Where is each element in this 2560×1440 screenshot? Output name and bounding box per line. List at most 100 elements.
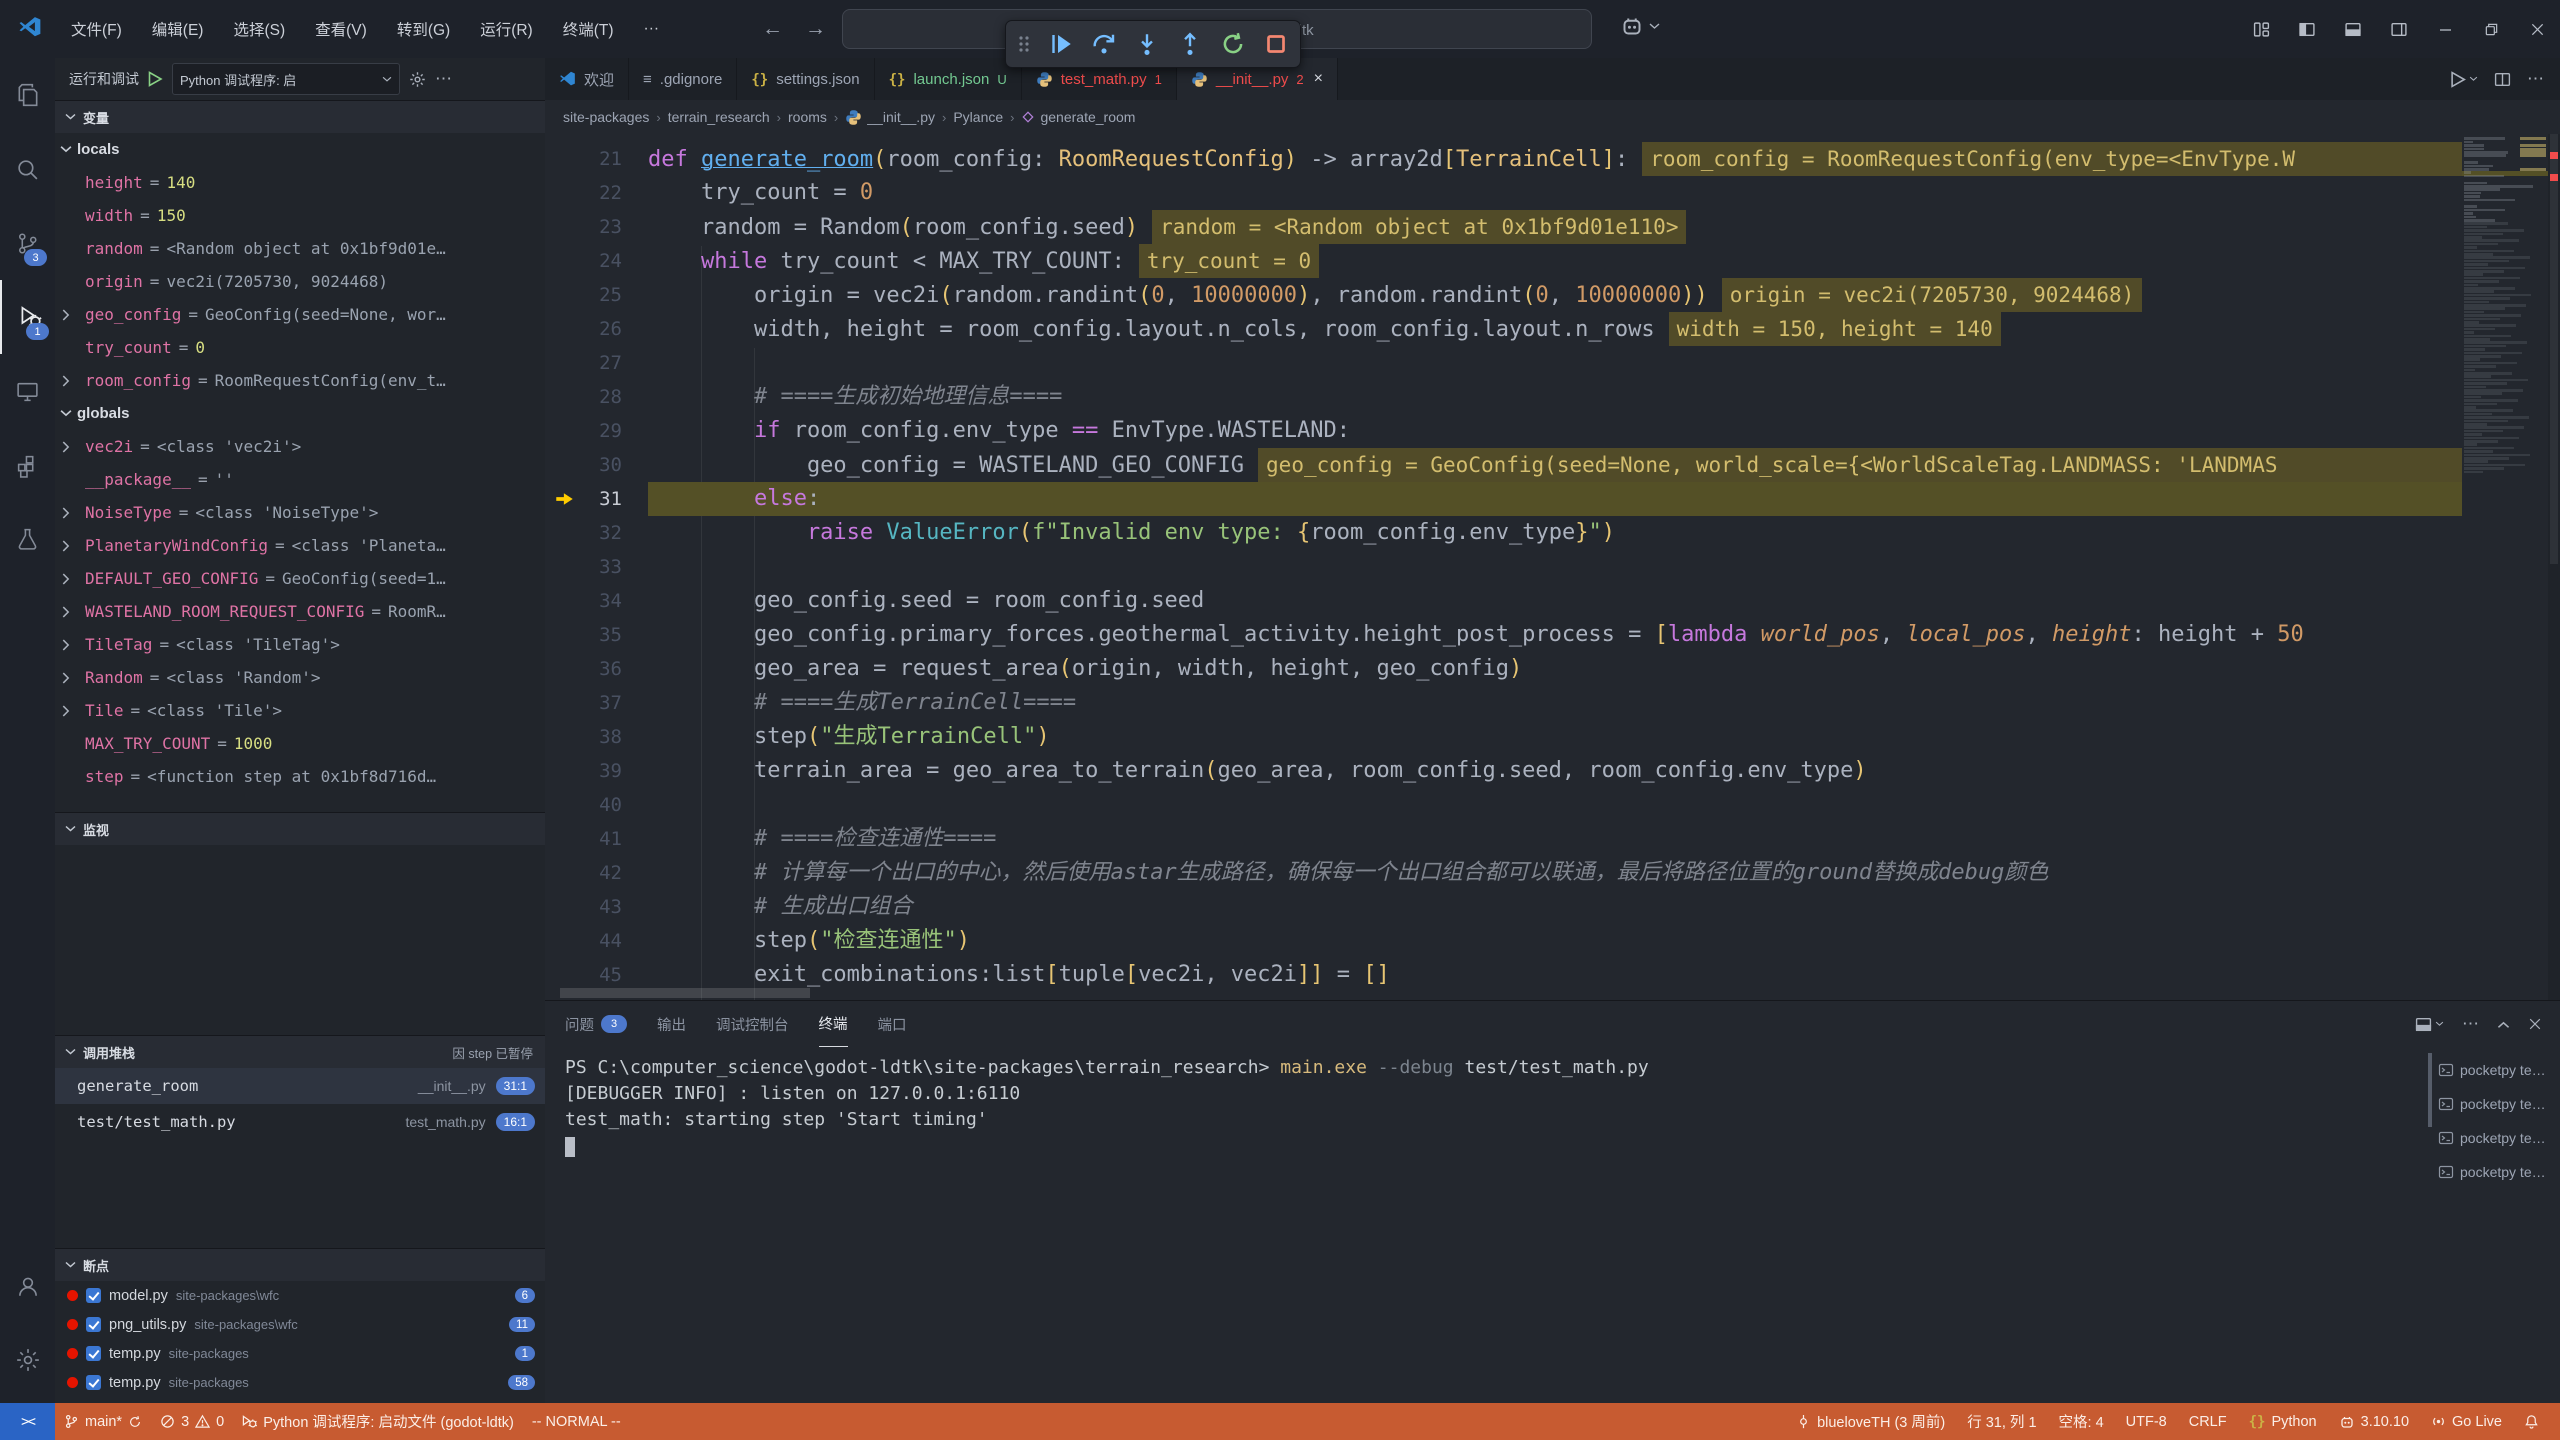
- search-icon[interactable]: [0, 132, 55, 206]
- breakpoint-row[interactable]: model.pysite-packages\wfc6: [55, 1281, 545, 1310]
- panel-tab-输出[interactable]: 输出: [657, 1001, 686, 1047]
- status-item-3[interactable]: 30: [151, 1414, 233, 1430]
- status-item-UTF-8[interactable]: UTF-8: [2115, 1414, 2178, 1430]
- variable-row[interactable]: room_config=RoomRequestConfig(env_t…: [55, 364, 545, 397]
- code-line-43[interactable]: # 生成出口组合: [648, 890, 2462, 924]
- debug-restart-icon[interactable]: [1221, 32, 1245, 56]
- line-number[interactable]: 31: [545, 482, 648, 516]
- code-line-25[interactable]: origin = vec2i(random.randint(0, 1000000…: [648, 278, 2462, 312]
- code-line-21[interactable]: def generate_room(room_config: RoomReque…: [648, 142, 2462, 176]
- panel-tab-问题[interactable]: 问题3: [565, 1001, 627, 1047]
- panel-tab-调试控制台[interactable]: 调试控制台: [716, 1001, 789, 1047]
- variable-row[interactable]: try_count=0: [55, 331, 545, 364]
- debug-continue-icon[interactable]: [1049, 32, 1073, 56]
- breadcrumb-item[interactable]: terrain_research: [668, 109, 770, 125]
- tab-.gdignore[interactable]: ≡.gdignore: [629, 58, 737, 100]
- code-line-35[interactable]: geo_config.primary_forces.geothermal_act…: [648, 618, 2462, 652]
- panel-tab-端口[interactable]: 端口: [878, 1001, 907, 1047]
- variable-row[interactable]: Tile=<class 'Tile'>: [55, 694, 545, 727]
- status-item-Pythongodot-ldtk[interactable]: Python 调试程序: 启动文件 (godot-ldtk): [233, 1411, 523, 1432]
- panel-close-icon[interactable]: [2528, 1017, 2542, 1031]
- status-item-311[interactable]: 行 31, 列 1: [1956, 1411, 2047, 1432]
- variable-row[interactable]: height=140: [55, 166, 545, 199]
- code-line-28[interactable]: # ====生成初始地理信息====: [648, 380, 2462, 414]
- line-number[interactable]: 24: [545, 244, 648, 278]
- status-item-GoLive[interactable]: Go Live: [2420, 1414, 2513, 1430]
- line-number[interactable]: 27: [545, 346, 648, 380]
- minimap[interactable]: [2462, 134, 2548, 1000]
- code-editor[interactable]: 2021222324252627282930313233343536373839…: [545, 134, 2462, 1000]
- line-number[interactable]: 30: [545, 448, 648, 482]
- line-number[interactable]: 25: [545, 278, 648, 312]
- close-tab-icon[interactable]: ×: [1314, 70, 1323, 88]
- nav-back-icon[interactable]: ←: [762, 17, 783, 41]
- line-number[interactable]: 37: [545, 686, 648, 720]
- menu-item[interactable]: 终端(T): [550, 12, 627, 46]
- settings-gear-icon[interactable]: [0, 1323, 55, 1397]
- toggle-secondary-sidebar-icon[interactable]: [2376, 0, 2422, 58]
- status-item-blueloveTH3[interactable]: blueloveTH (3 周前): [1785, 1411, 1956, 1432]
- run-debug-icon[interactable]: 1: [0, 280, 57, 354]
- tab-欢迎[interactable]: 欢迎: [545, 58, 629, 100]
- panel-layout-icon[interactable]: [2415, 1016, 2444, 1033]
- drag-grip-icon[interactable]: [1018, 35, 1030, 53]
- menu-item[interactable]: 查看(V): [302, 12, 380, 46]
- breakpoint-checkbox[interactable]: [86, 1317, 101, 1332]
- testing-icon[interactable]: [0, 502, 55, 576]
- explorer-icon[interactable]: [0, 58, 55, 132]
- variable-row[interactable]: __package__='': [55, 463, 545, 496]
- line-number[interactable]: 29: [545, 414, 648, 448]
- variable-row[interactable]: DEFAULT_GEO_CONFIG=GeoConfig(seed=1…: [55, 562, 545, 595]
- extensions-icon[interactable]: [0, 428, 55, 502]
- account-menu[interactable]: [1620, 14, 1660, 38]
- code-line-34[interactable]: geo_config.seed = room_config.seed: [648, 584, 2462, 618]
- breakpoint-row[interactable]: temp.pysite-packages58: [55, 1368, 545, 1397]
- tab-launch.json[interactable]: {}launch.jsonU: [875, 58, 1022, 100]
- code-line-36[interactable]: geo_area = request_area(origin, width, h…: [648, 652, 2462, 686]
- variable-row[interactable]: TileTag=<class 'TileTag'>: [55, 628, 545, 661]
- menu-item[interactable]: 运行(R): [467, 12, 546, 46]
- variable-row[interactable]: NoiseType=<class 'NoiseType'>: [55, 496, 545, 529]
- line-number[interactable]: 40: [545, 788, 648, 822]
- code-line-23[interactable]: random = Random(room_config.seed)random …: [648, 210, 2462, 244]
- debug-step-out-icon[interactable]: [1178, 32, 1202, 56]
- breadcrumb-item[interactable]: rooms: [788, 109, 827, 125]
- code-line-22[interactable]: try_count = 0: [648, 176, 2462, 210]
- code-line-20[interactable]: [648, 134, 2462, 142]
- breadcrumb-item[interactable]: __init__.py: [845, 109, 935, 126]
- code-line-24[interactable]: while try_count < MAX_TRY_COUNT:try_coun…: [648, 244, 2462, 278]
- gear-icon[interactable]: [409, 71, 426, 88]
- menu-item[interactable]: 转到(G): [384, 12, 463, 46]
- terminal-scrollbar[interactable]: [2428, 1053, 2432, 1127]
- terminal-list-item[interactable]: pocketpy te…: [2438, 1087, 2556, 1121]
- code-line-26[interactable]: width, height = room_config.layout.n_col…: [648, 312, 2462, 346]
- restore-icon[interactable]: [2468, 0, 2514, 58]
- variable-row[interactable]: width=150: [55, 199, 545, 232]
- minimize-icon[interactable]: [2422, 0, 2468, 58]
- toggle-panel-icon[interactable]: [2330, 0, 2376, 58]
- customize-layout-icon[interactable]: [2238, 0, 2284, 58]
- line-number[interactable]: 32: [545, 516, 648, 550]
- code-line-39[interactable]: terrain_area = geo_area_to_terrain(geo_a…: [648, 754, 2462, 788]
- variables-group[interactable]: globals: [55, 397, 545, 430]
- variables-group[interactable]: locals: [55, 133, 545, 166]
- line-number[interactable]: 33: [545, 550, 648, 584]
- line-number[interactable]: 38: [545, 720, 648, 754]
- code-line-44[interactable]: step("检查连通性"): [648, 924, 2462, 958]
- status-item-main[interactable]: main*: [55, 1414, 151, 1430]
- remote-explorer-icon[interactable]: [0, 354, 55, 428]
- code-line-27[interactable]: [648, 346, 2462, 380]
- line-number[interactable]: 21: [545, 142, 648, 176]
- line-number[interactable]: 34: [545, 584, 648, 618]
- start-debug-icon[interactable]: [148, 71, 163, 87]
- terminal-list-item[interactable]: pocketpy te…: [2438, 1155, 2556, 1189]
- code-line-30[interactable]: geo_config = WASTELAND_GEO_CONFIGgeo_con…: [648, 448, 2462, 482]
- breadcrumb-item[interactable]: generate_room: [1021, 109, 1135, 125]
- code-line-40[interactable]: [648, 788, 2462, 822]
- horizontal-scrollbar[interactable]: [545, 986, 2462, 1000]
- menu-item[interactable]: ···: [631, 14, 673, 44]
- status-item-CRLF[interactable]: CRLF: [2178, 1414, 2238, 1430]
- variables-section-header[interactable]: 变量: [55, 100, 545, 133]
- debug-step-into-icon[interactable]: [1135, 32, 1159, 56]
- menu-item[interactable]: 编辑(E): [139, 12, 217, 46]
